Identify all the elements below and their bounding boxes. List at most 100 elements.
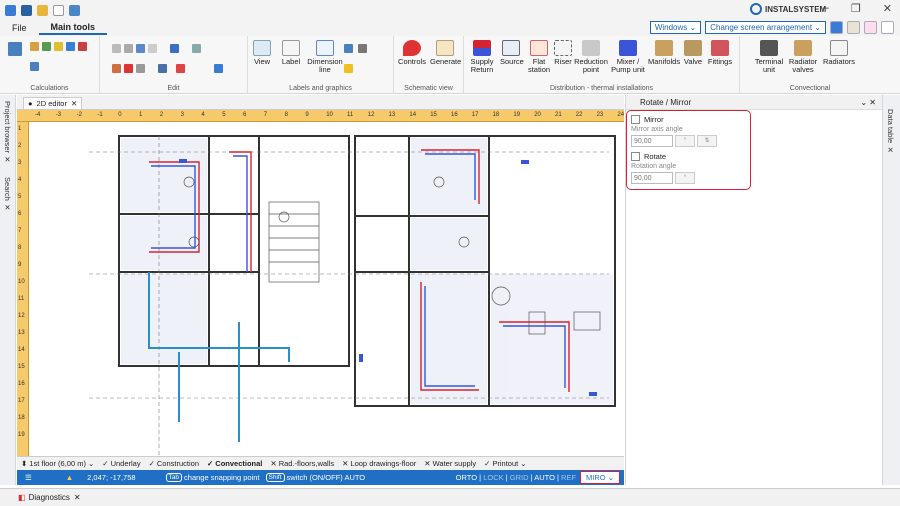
radiator[interactable] <box>521 160 529 164</box>
switch-hint: switch (ON/OFF) AUTO <box>286 473 366 482</box>
tool-icon[interactable] <box>42 42 51 51</box>
home-icon[interactable] <box>5 4 16 16</box>
tool-icon[interactable] <box>30 42 39 51</box>
status-list-icon[interactable]: ☰ <box>25 473 32 482</box>
select-icon[interactable] <box>148 44 157 53</box>
layers-icon[interactable] <box>192 44 201 53</box>
minimize-icon[interactable]: – <box>823 2 829 15</box>
table-icon[interactable] <box>358 44 367 53</box>
view-button[interactable]: View <box>253 40 271 66</box>
open-icon[interactable] <box>37 4 48 16</box>
restore-icon[interactable]: ❐ <box>851 2 861 15</box>
layer-label: Printout <box>492 459 519 468</box>
layer-rad-floors[interactable]: ✕ Rad.-floors,walls <box>270 459 334 468</box>
color-icon[interactable] <box>176 64 185 73</box>
riser-button[interactable]: Riser <box>554 40 572 66</box>
collapse-ribbon-icon[interactable] <box>881 21 894 34</box>
layer-loop-drawings[interactable]: ✕ Loop drawings-floor <box>342 459 416 468</box>
paste-icon[interactable] <box>124 44 133 53</box>
layer-water-supply[interactable]: ✕ Water supply <box>424 459 476 468</box>
ruler-tick: 3 <box>18 160 22 166</box>
help-icon[interactable] <box>864 21 877 34</box>
generate-button[interactable]: Generate <box>430 40 461 66</box>
valve-button[interactable]: Valve <box>682 40 704 66</box>
close-icon[interactable]: ✕ <box>74 493 81 502</box>
rotation-angle-label: Rotation angle <box>631 163 677 170</box>
search-tab[interactable]: Search ✕ <box>3 177 12 212</box>
tool-icon[interactable] <box>78 42 87 51</box>
screen-arrangement-dropdown[interactable]: Change screen arrangement ⌄ <box>705 21 826 34</box>
radiators-button[interactable]: Radiators <box>822 40 856 66</box>
move-icon[interactable] <box>136 44 145 53</box>
mixer-pump-label: Mixer / Pump unit <box>611 57 645 74</box>
radiator[interactable] <box>359 354 363 362</box>
flat-station-label: Flat station <box>527 57 551 74</box>
panel-pin-icon[interactable]: ⌄ ✕ <box>860 98 876 107</box>
mirror-checkbox[interactable] <box>631 115 640 124</box>
layer-convectional[interactable]: ✓ Convectional <box>207 459 262 468</box>
delete-icon[interactable] <box>124 64 133 73</box>
rotate-checkbox[interactable] <box>631 152 640 161</box>
tool-icon[interactable] <box>54 42 63 51</box>
project-browser-tab[interactable]: Project browser ✕ <box>3 101 12 164</box>
window-layout-icon[interactable] <box>830 21 843 34</box>
rotate-icon[interactable] <box>136 64 145 73</box>
close-icon[interactable]: ✕ <box>71 99 77 108</box>
floor-selector[interactable]: ⬍ 1st floor (6,00 m) ⌄ <box>21 459 94 468</box>
diagnostics-tab[interactable]: Diagnostics <box>29 493 70 502</box>
copy-icon[interactable] <box>112 44 121 53</box>
undo-icon[interactable] <box>69 4 80 16</box>
pipe-icon[interactable] <box>170 44 179 53</box>
mode-orto[interactable]: ORTO <box>456 473 477 482</box>
windows-dropdown[interactable]: Windows ⌄ <box>649 21 702 34</box>
reduction-point-button[interactable]: Reduction point <box>574 40 608 74</box>
calc-icon[interactable] <box>8 42 22 56</box>
mode-grid[interactable]: GRID <box>510 473 529 482</box>
dimension-label: Dimension line <box>307 57 343 74</box>
layer-construction[interactable]: ✓ Construction <box>149 459 199 468</box>
fittings-button[interactable]: Fittings <box>706 40 734 66</box>
save-icon[interactable] <box>21 4 32 16</box>
radiator[interactable] <box>589 392 597 396</box>
layer-underlay[interactable]: ✓ Underlay <box>102 459 140 468</box>
mirror-unit-button[interactable]: ° <box>675 135 695 147</box>
toolbox-icon[interactable] <box>847 21 860 34</box>
text-icon[interactable] <box>214 64 223 73</box>
mixer-pump-button[interactable]: Mixer / Pump unit <box>610 40 646 74</box>
ruler-tick: 17 <box>471 112 479 118</box>
radiator[interactable] <box>179 159 187 163</box>
mode-lock[interactable]: LOCK <box>483 473 503 482</box>
manifolds-button[interactable]: Manifolds <box>648 40 680 66</box>
rotate-unit-button[interactable]: ° <box>675 172 695 184</box>
dimension-line-button[interactable]: Dimension line <box>306 40 344 74</box>
terminal-unit-button[interactable]: Terminal unit <box>754 40 784 74</box>
data-table-tab[interactable]: Data table ✕ <box>886 109 895 154</box>
ruler-tick: -3 <box>55 112 62 118</box>
mirror-pick-icon[interactable]: ⇅ <box>697 135 717 147</box>
label-button[interactable]: Label <box>280 40 302 66</box>
rotation-angle-input[interactable]: 90,00 <box>631 172 673 184</box>
text-style-icon[interactable] <box>344 44 353 53</box>
cut-icon[interactable] <box>112 64 121 73</box>
layer-printout[interactable]: ✓ Printout ⌄ <box>484 459 526 468</box>
tab-2d-editor[interactable]: ● 2D editor ✕ <box>23 97 83 109</box>
tool-icon[interactable] <box>66 42 75 51</box>
radiator-valves-button[interactable]: Radiator valves <box>786 40 820 74</box>
flat-station-button[interactable]: Flat station <box>526 40 552 74</box>
tool-icon[interactable] <box>30 62 39 71</box>
miro-dropdown[interactable]: MIRO ⌄ <box>580 471 620 484</box>
source-button[interactable]: Source <box>500 40 524 66</box>
new-file-icon[interactable] <box>53 4 64 16</box>
label-icon[interactable] <box>344 64 353 73</box>
mode-auto[interactable]: AUTO <box>534 473 555 482</box>
menu-file[interactable]: File <box>0 23 39 33</box>
mirror-angle-input[interactable]: 90,00 <box>631 135 673 147</box>
controls-button[interactable]: Controls <box>398 40 426 66</box>
floor-plan[interactable] <box>29 122 624 456</box>
mode-ref[interactable]: REF <box>561 473 576 482</box>
drawing-canvas[interactable]: -4 -3 -2 -1 0 1 2 3 4 5 6 7 8 9 10 11 12 13 14 15 16 17 18 19 20… <box>17 110 624 456</box>
menu-main-tools[interactable]: Main tools <box>38 22 108 35</box>
mirror-icon[interactable] <box>158 64 167 73</box>
close-icon[interactable]: ✕ <box>883 2 892 15</box>
supply-return-button[interactable]: Supply Return <box>468 40 496 74</box>
